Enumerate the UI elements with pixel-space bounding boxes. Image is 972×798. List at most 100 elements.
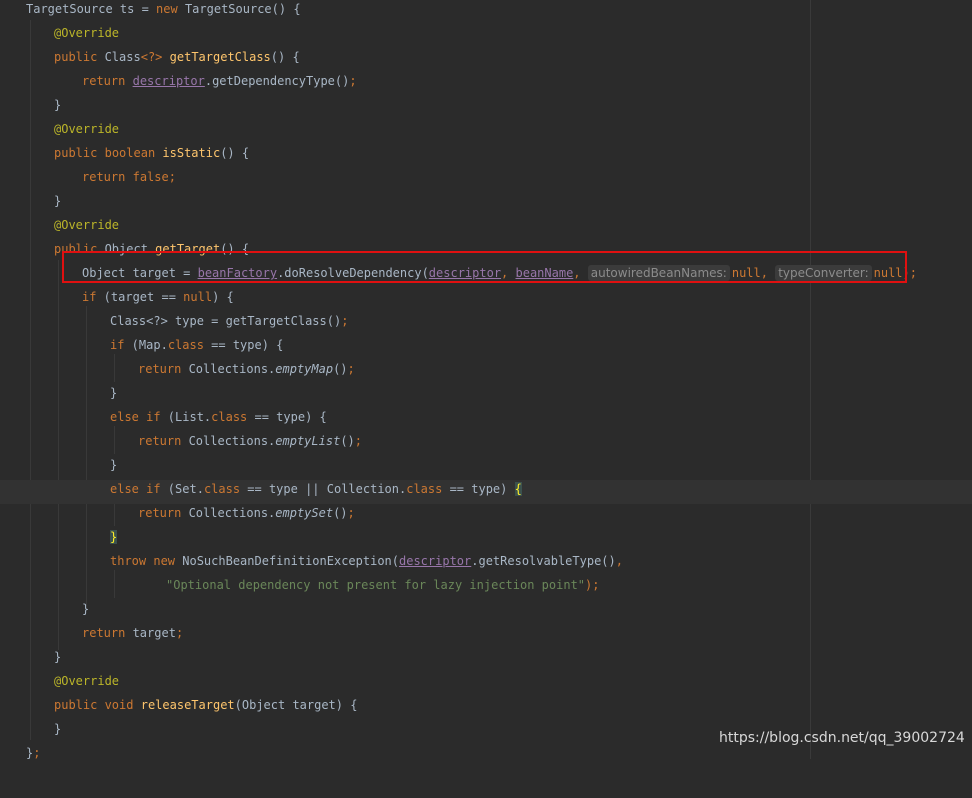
code-line[interactable]: @Override [0,24,972,48]
code-text: == type || Collection. [240,482,407,496]
watermark-url: https://blog.csdn.net/qq_39002724 [719,730,965,746]
keyword: null [183,290,213,304]
closing-brace: } [54,98,62,112]
code-text: NoSuchBeanDefinitionException( [175,554,399,568]
static-method-call: emptySet [275,506,334,520]
code-line[interactable]: return target; [0,624,972,648]
code-text: (List. [160,410,212,424]
code-line[interactable]: } [0,600,972,624]
keyword: if [110,338,125,352]
code-line[interactable]: if (target == null) { [0,288,972,312]
closing-brace: } [110,458,118,472]
code-line[interactable]: } [0,648,972,672]
red-highlight-box [62,251,907,283]
code-text: (target == [96,290,184,304]
statement-end: ); [585,578,600,592]
code-line[interactable]: return Collections.emptyList(); [0,432,972,456]
annotation: @Override [54,674,120,688]
semicolon: ; [349,74,357,88]
code-line[interactable]: public void releaseTarget(Object target)… [0,696,972,720]
method-name: releaseTarget [140,698,235,712]
code-text: ) { [212,290,234,304]
code-text: () [333,362,348,376]
keyword: new [156,2,178,16]
static-method-call: emptyMap [275,362,334,376]
keyword: class [211,410,248,424]
code-line-current[interactable]: else if (Set.class == type || Collection… [0,480,972,504]
comma: , [615,554,623,568]
keyword: return [82,74,126,88]
code-line[interactable]: @Override [0,216,972,240]
code-line[interactable]: }; [0,744,972,760]
code-text: () [340,434,355,448]
keyword: class [203,482,241,496]
closing-brace: } [82,602,90,616]
field-reference[interactable]: descriptor [133,74,205,88]
code-text: (Set. [160,482,204,496]
keyword: class [167,338,204,352]
code-line[interactable]: return false; [0,168,972,192]
closing-brace: } [54,722,62,736]
code-text: .getDependencyType() [204,74,350,88]
keyword: if [82,290,97,304]
annotation: @Override [54,218,120,232]
code-text: target [125,626,176,640]
code-line[interactable]: } [0,384,972,408]
code-line[interactable]: @Override [0,120,972,144]
code-text: Class<?> type = getTargetClass() [110,314,342,328]
keyword: public void [54,698,134,712]
keyword: else if [110,410,161,424]
code-text: == type) { [203,338,284,352]
keyword: class [406,482,443,496]
code-line[interactable]: @Override [0,672,972,696]
annotation: @Override [54,122,120,136]
semicolon: ; [347,362,355,376]
keyword: public [54,146,98,160]
code-line[interactable]: "Optional dependency not present for laz… [0,576,972,600]
keyword: return [138,434,182,448]
keyword: return [138,362,182,376]
code-line[interactable]: return Collections.emptySet(); [0,504,972,528]
code-text: TargetSource ts = [26,2,157,16]
code-text: Class [97,50,141,64]
generic-marker: <?> [140,50,163,64]
code-line[interactable]: } [0,528,972,552]
code-line[interactable]: throw new NoSuchBeanDefinitionException(… [0,552,972,576]
semicolon: ; [33,746,41,760]
code-line[interactable]: } [0,192,972,216]
keyword: throw new [110,554,176,568]
code-text: == type) { [247,410,327,424]
code-line[interactable]: return Collections.emptyMap(); [0,360,972,384]
code-editor[interactable]: TargetSource ts = new TargetSource() { @… [0,0,972,760]
code-line[interactable]: return descriptor.getDependencyType(); [0,72,972,96]
keyword: false [132,170,169,184]
code-line[interactable]: Class<?> type = getTargetClass(); [0,312,972,336]
code-text: .getResolvableType() [471,554,616,568]
code-line[interactable]: else if (List.class == type) { [0,408,972,432]
code-line[interactable]: TargetSource ts = new TargetSource() { [0,0,972,24]
code-text: (Map. [124,338,168,352]
code-line[interactable]: public Class<?> getTargetClass() { [0,48,972,72]
keyword: return [138,506,182,520]
code-line[interactable]: } [0,456,972,480]
field-reference[interactable]: descriptor [399,554,471,568]
code-text: Collections. [181,506,276,520]
code-text: TargetSource() { [177,2,301,16]
matched-brace: { [514,482,522,496]
code-line[interactable]: } [0,96,972,120]
code-line[interactable]: if (Map.class == type) { [0,336,972,360]
code-text: == type) [442,482,515,496]
code-line[interactable]: public boolean isStatic() { [0,144,972,168]
keyword: return [82,626,126,640]
keyword: return [82,170,126,184]
matched-brace: } [110,530,118,544]
semicolon: ; [341,314,349,328]
code-text: () { [270,50,300,64]
method-name: isStatic [162,146,221,160]
code-text: () [333,506,348,520]
method-name: getTargetClass [169,50,271,64]
string-literal: "Optional dependency not present for laz… [166,578,586,592]
